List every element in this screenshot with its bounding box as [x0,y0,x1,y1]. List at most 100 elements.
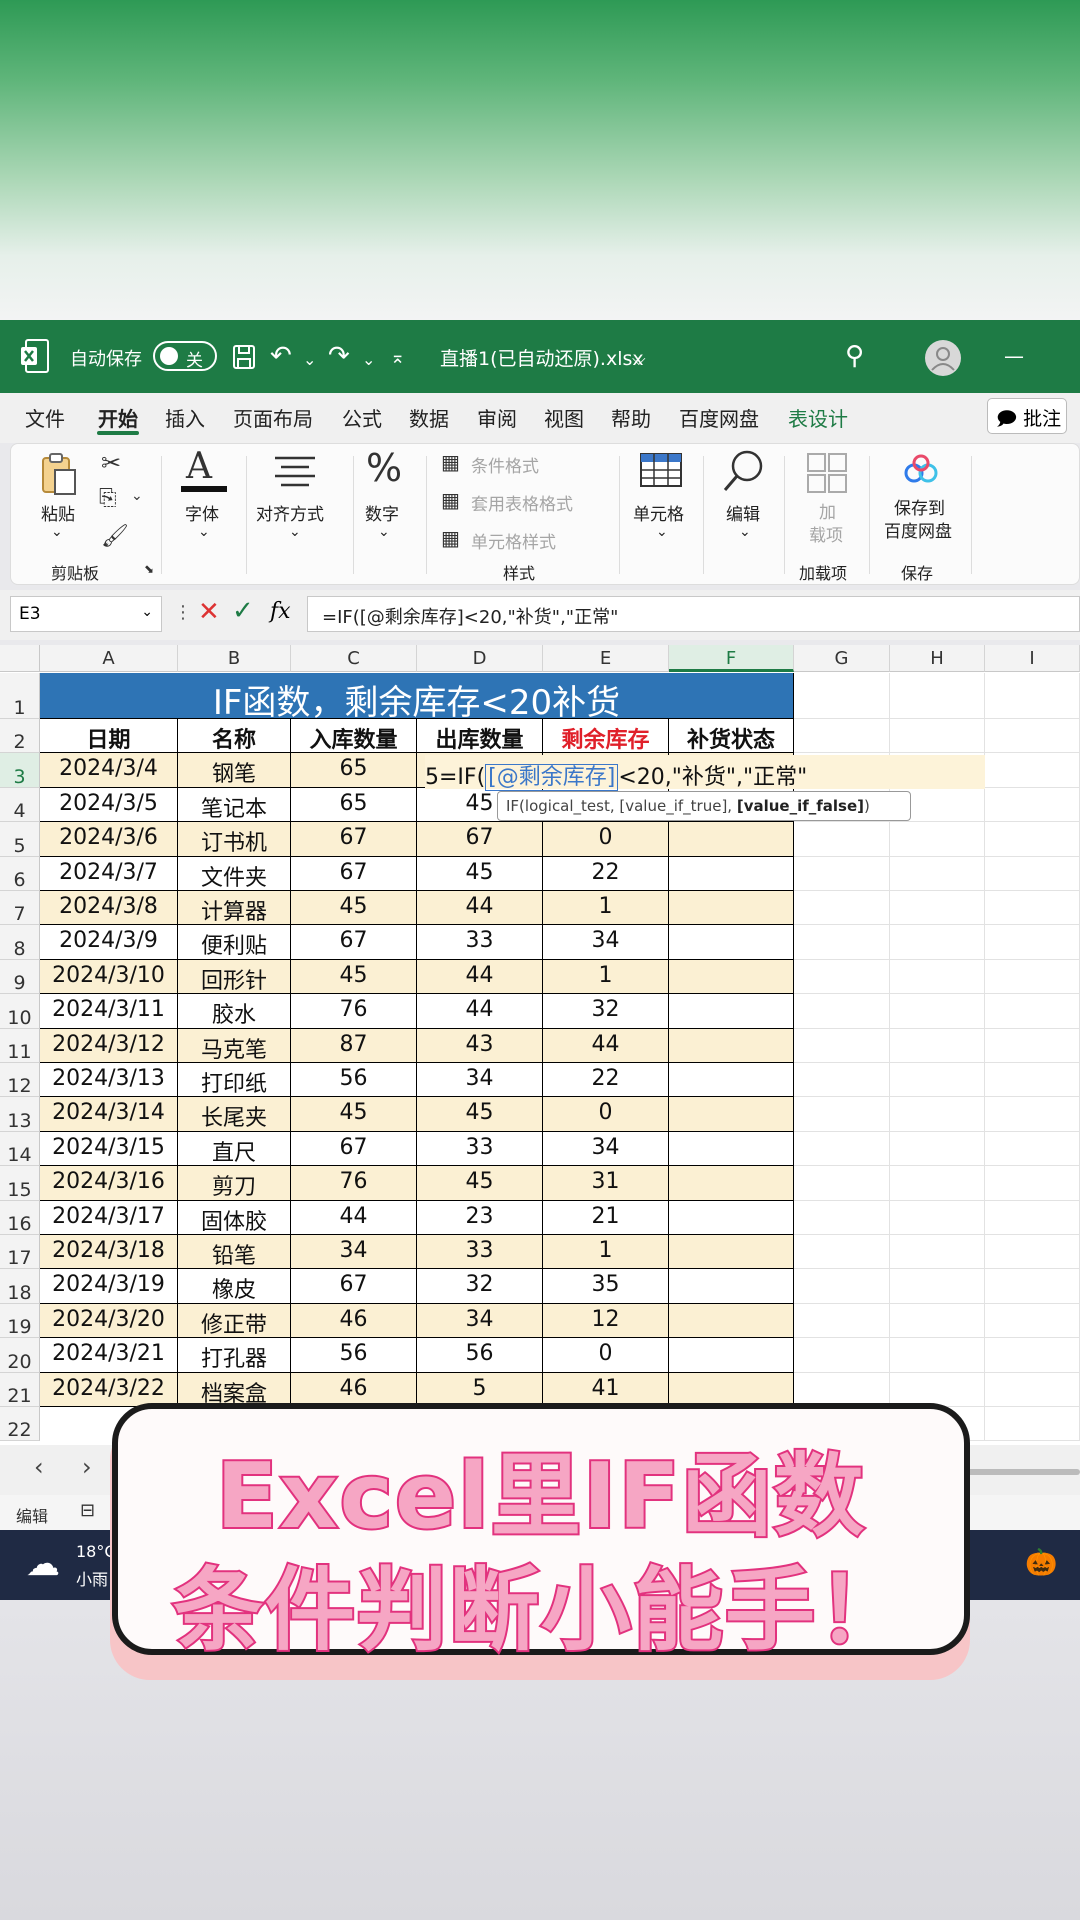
table-cell[interactable]: 2024/3/9 [40,925,178,960]
paste-icon[interactable] [39,452,79,498]
empty-cell[interactable] [890,1131,985,1167]
table-cell[interactable]: 2024/3/22 [40,1372,178,1407]
table-title[interactable]: IF函数，剩余库存<20补货 [40,673,794,723]
empty-cell[interactable] [890,1269,985,1304]
table-cell[interactable] [669,1269,794,1304]
header-cell[interactable]: 出库数量 [417,719,543,754]
table-cell[interactable] [669,1303,794,1339]
table-cell[interactable]: 46 [291,1372,417,1407]
table-cell[interactable] [669,1097,794,1132]
header-cell[interactable]: 剩余库存 [543,719,669,754]
empty-cell[interactable] [890,959,985,995]
empty-cell[interactable] [985,1338,1080,1373]
font-label[interactable]: 字体 [185,500,219,525]
table-cell[interactable]: 31 [543,1166,669,1201]
column-header[interactable]: D [417,645,543,672]
table-cell[interactable]: 33 [417,1235,543,1270]
table-cell[interactable]: 44 [417,994,543,1029]
number-chevron-icon[interactable]: ⌄ [378,524,390,540]
empty-cell[interactable] [794,1235,890,1270]
empty-cell[interactable] [794,1131,890,1167]
table-cell[interactable]: 65 [291,753,417,788]
table-cell[interactable]: 2024/3/7 [40,856,178,891]
menu-baidu-pan[interactable]: 百度网盘 [679,403,759,432]
row-header[interactable]: 9 [0,959,40,995]
accessibility-icon[interactable]: ⊟ [80,1500,95,1521]
menu-review[interactable]: 审阅 [477,403,517,432]
table-cell[interactable] [669,822,794,857]
table-cell[interactable]: 45 [417,1097,543,1132]
cancel-icon[interactable]: ✕ [198,597,220,627]
save-to-label-1[interactable]: 保存到 [894,494,945,519]
prev-sheet-icon[interactable]: ‹ [34,1453,44,1481]
row-header[interactable]: 3 [0,753,40,788]
baidu-pan-icon[interactable] [901,454,941,484]
table-cell[interactable] [669,1028,794,1063]
menu-home[interactable]: 开始 [98,403,138,432]
row-header[interactable]: 20 [0,1338,40,1373]
column-header[interactable]: F [669,645,794,672]
percent-icon[interactable]: % [366,446,402,490]
table-cell[interactable]: 65 [291,787,417,823]
empty-cell[interactable] [890,1303,985,1339]
empty-cell[interactable] [985,1131,1080,1167]
table-cell[interactable]: 2024/3/14 [40,1097,178,1132]
table-cell[interactable]: 22 [543,856,669,891]
search-editing-icon[interactable] [721,448,767,494]
table-cell[interactable]: 2024/3/19 [40,1269,178,1304]
table-cell[interactable]: 32 [543,994,669,1029]
table-cell[interactable]: 便利贴 [178,925,291,960]
table-cell[interactable]: 2024/3/20 [40,1303,178,1339]
next-sheet-icon[interactable]: › [82,1453,92,1481]
table-cell[interactable] [669,1063,794,1098]
table-cell[interactable]: 67 [291,856,417,891]
alignment-chevron-icon[interactable]: ⌄ [289,524,301,540]
table-cell[interactable]: 67 [291,1131,417,1167]
table-cell[interactable] [669,1235,794,1270]
row-header[interactable]: 21 [0,1372,40,1407]
table-cell[interactable]: 打孔器 [178,1338,291,1373]
empty-cell[interactable] [985,753,1080,788]
empty-cell[interactable] [794,1303,890,1339]
table-cell[interactable] [669,856,794,891]
empty-cell[interactable] [890,1063,985,1098]
table-cell[interactable]: 44 [291,1200,417,1235]
font-chevron-icon[interactable]: ⌄ [198,524,210,540]
table-cell[interactable]: 44 [417,959,543,995]
select-all-corner[interactable] [0,645,40,672]
row-header[interactable]: 11 [0,1028,40,1063]
row-header[interactable]: 12 [0,1063,40,1098]
table-cell[interactable]: 67 [417,822,543,857]
cell-edit-formula[interactable]: 5=IF([@剩余库存] <20,"补货","正常" [425,755,985,791]
cut-icon[interactable]: ✂ [101,449,121,477]
menu-formulas[interactable]: 公式 [342,403,382,432]
paste-label[interactable]: 粘贴 [41,500,75,525]
copy-icon[interactable]: ⎘ [99,486,117,511]
table-cell[interactable]: 34 [417,1063,543,1098]
table-cell[interactable]: 34 [543,925,669,960]
table-cell[interactable]: 档案盒 [178,1372,291,1407]
empty-cell[interactable] [985,959,1080,995]
table-cell[interactable]: 23 [417,1200,543,1235]
redo-chevron-icon[interactable]: ⌄ [362,346,375,374]
empty-cell[interactable] [794,719,890,754]
menu-page-layout[interactable]: 页面布局 [233,403,313,432]
header-cell[interactable]: 补货状态 [669,719,794,754]
search-icon[interactable]: ⚲ [845,342,864,370]
row-header[interactable]: 10 [0,994,40,1029]
table-cell[interactable] [669,1131,794,1167]
cells-icon[interactable] [639,450,683,490]
editing-label[interactable]: 编辑 [726,500,760,525]
empty-cell[interactable] [890,1338,985,1373]
table-cell[interactable]: 46 [291,1303,417,1339]
empty-cell[interactable] [794,856,890,891]
empty-cell[interactable] [985,1407,1080,1442]
table-cell[interactable]: 45 [291,891,417,926]
column-header[interactable]: B [178,645,291,672]
table-cell[interactable]: 2024/3/6 [40,822,178,857]
empty-cell[interactable] [985,822,1080,857]
cells-chevron-icon[interactable]: ⌄ [656,524,668,540]
menu-help[interactable]: 帮助 [611,403,651,432]
table-cell[interactable]: 45 [291,959,417,995]
column-header[interactable]: C [291,645,417,672]
